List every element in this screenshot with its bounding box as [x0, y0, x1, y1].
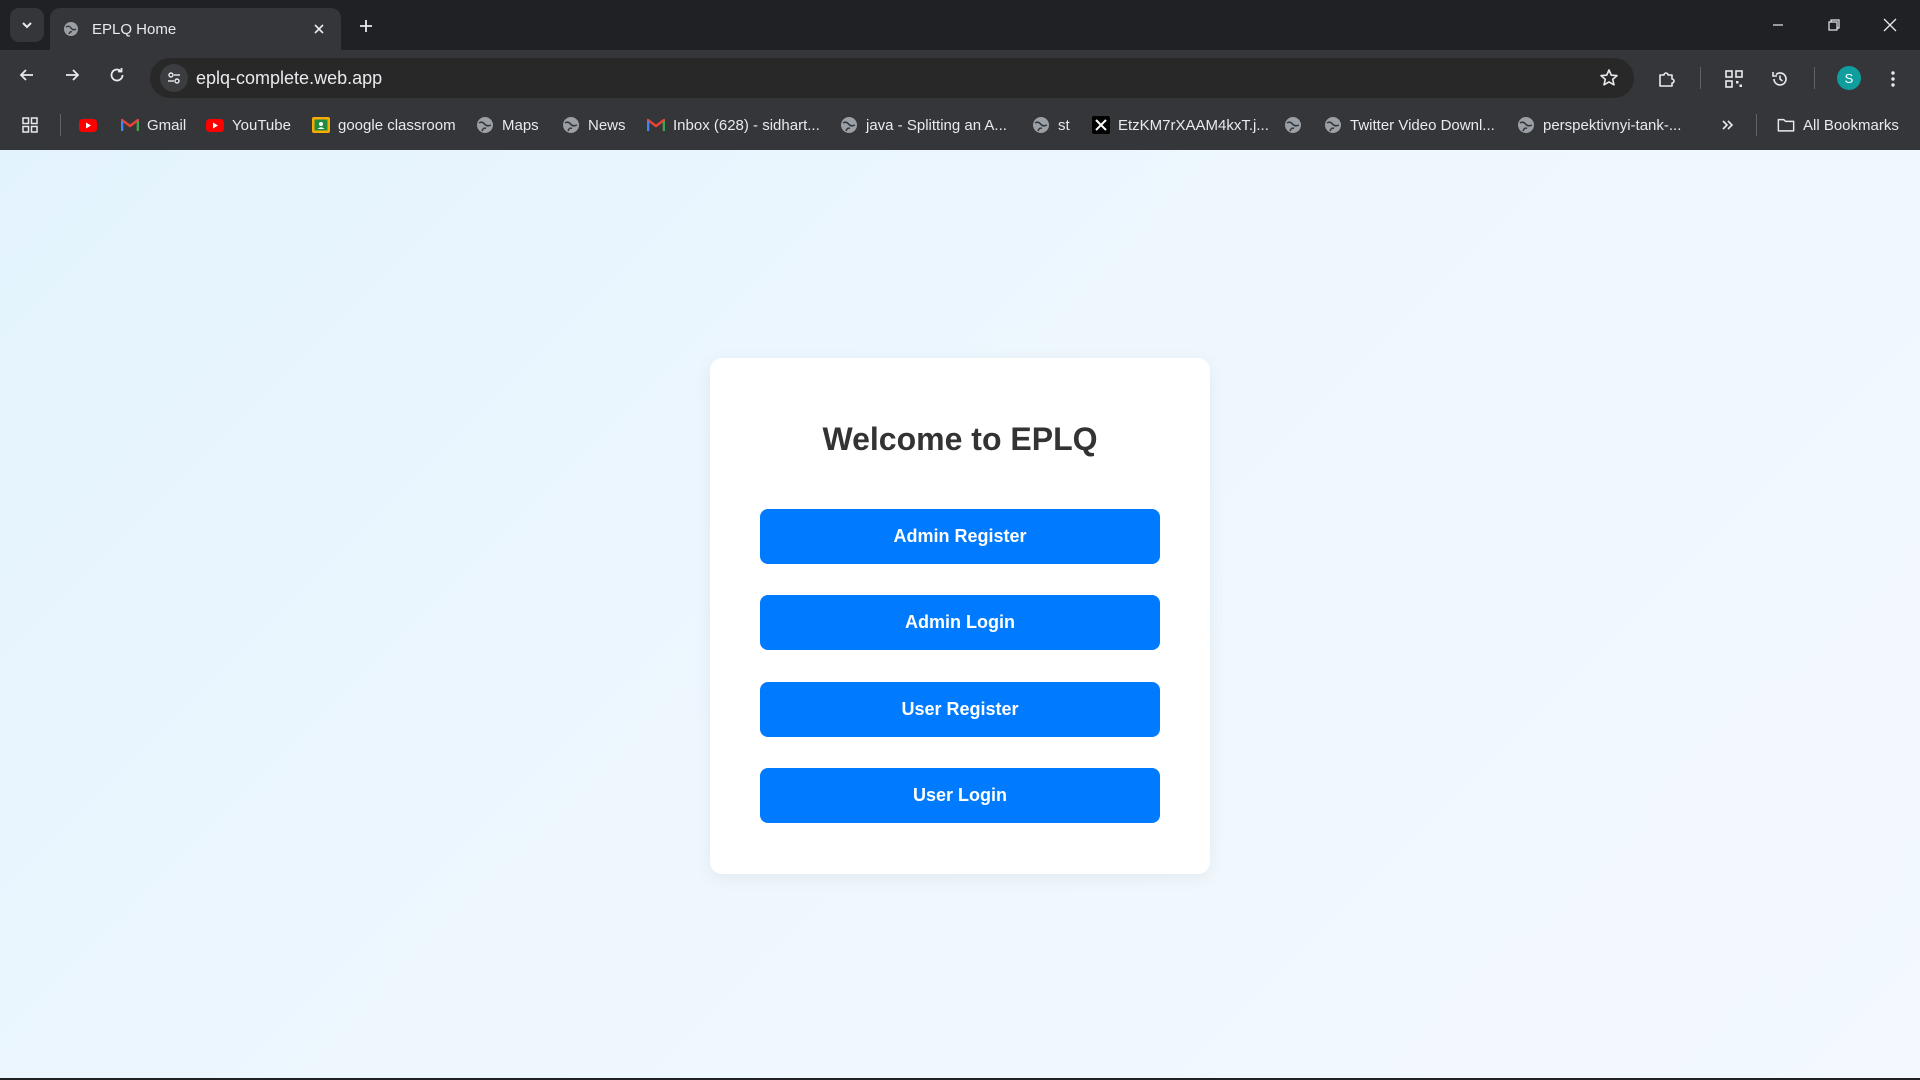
bookmark-youtube-icon-only[interactable] [79, 113, 105, 137]
bookmark-java-splitting[interactable]: java - Splitting an A... [840, 113, 1007, 137]
toolbar-divider [1814, 67, 1815, 89]
more-bookmarks-button[interactable] [1719, 113, 1737, 137]
page-title: Welcome to EPLQ [822, 421, 1098, 457]
address-bar[interactable]: eplq-complete.web.app [150, 58, 1634, 98]
extensions-button[interactable] [1651, 63, 1683, 95]
bookmark-globe-icon-only[interactable] [1284, 113, 1310, 137]
tab-search-button[interactable] [10, 8, 44, 42]
restore-icon [1828, 19, 1840, 31]
url-text: eplq-complete.web.app [196, 68, 383, 88]
bookmark-inbox[interactable]: Inbox (628) - sidhart... [647, 113, 820, 137]
bookmark-st[interactable]: st [1032, 113, 1070, 137]
history-icon [1772, 72, 1787, 86]
reload-button[interactable] [101, 59, 133, 91]
close-window-button[interactable] [1862, 0, 1918, 50]
classroom-icon [312, 116, 330, 134]
globe-icon [1284, 116, 1302, 134]
admin-login-button[interactable]: Admin Login [760, 595, 1160, 650]
user-register-button[interactable]: User Register [760, 682, 1160, 737]
globe-icon [1517, 116, 1535, 134]
site-info-icon[interactable] [160, 64, 188, 92]
bookmark-news[interactable]: News [562, 113, 626, 137]
restore-button[interactable] [1806, 0, 1862, 50]
globe-icon [62, 20, 80, 38]
menu-button[interactable] [1877, 63, 1909, 95]
x-icon [1092, 116, 1110, 134]
chevron-down-icon [22, 22, 32, 29]
welcome-card: Welcome to EPLQ Admin Register Admin Log… [710, 358, 1210, 874]
browser-titlebar: EPLQ Home [0, 0, 1920, 50]
bookmark-star-icon[interactable] [1596, 65, 1622, 91]
bookmark-google-classroom[interactable]: google classroom [312, 113, 456, 137]
gmail-icon [121, 116, 139, 134]
more-vertical-icon [1891, 71, 1895, 87]
user-login-button[interactable]: User Login [760, 768, 1160, 823]
gmail-icon [647, 116, 665, 134]
puzzle-icon [1659, 72, 1675, 87]
minimize-icon [1773, 24, 1783, 26]
globe-icon [1324, 116, 1342, 134]
arrow-right-icon [66, 69, 80, 81]
bookmark-youtube[interactable]: YouTube [206, 113, 291, 137]
globe-icon [562, 116, 580, 134]
globe-icon [840, 116, 858, 134]
back-button[interactable] [11, 59, 43, 91]
youtube-icon [79, 116, 97, 134]
tab-eplq-home[interactable]: EPLQ Home [50, 8, 341, 50]
all-bookmarks-button[interactable]: All Bookmarks [1777, 113, 1899, 137]
bookmark-twitter-video[interactable]: Twitter Video Downl... [1324, 113, 1495, 137]
history-button[interactable] [1764, 63, 1796, 95]
bookmark-perspektivnyi[interactable]: perspektivnyi-tank-... [1517, 113, 1681, 137]
page-viewport: Welcome to EPLQ Admin Register Admin Log… [0, 150, 1920, 1078]
plus-icon [360, 20, 372, 32]
close-tab-icon[interactable] [309, 19, 329, 39]
globe-icon [476, 116, 494, 134]
bookmark-gmail[interactable]: Gmail [121, 113, 186, 137]
reload-icon [110, 68, 124, 82]
new-tab-button[interactable] [352, 12, 380, 40]
forward-button[interactable] [56, 59, 88, 91]
folder-icon [1777, 116, 1795, 134]
bookmarks-bar: Gmail YouTube google classroom Maps News… [0, 100, 1920, 150]
tab-title: EPLQ Home [92, 20, 177, 38]
minimize-button[interactable] [1750, 0, 1806, 50]
globe-icon [1032, 116, 1050, 134]
double-chevron-right-icon [1719, 116, 1737, 134]
apps-button[interactable] [21, 113, 39, 137]
bookmarks-divider [60, 114, 61, 136]
bookmarks-divider [1756, 114, 1757, 136]
qr-code-button[interactable] [1718, 63, 1750, 95]
bookmark-maps[interactable]: Maps [476, 113, 539, 137]
bookmark-x-image[interactable]: EtzKM7rXAAM4kxT.j... [1092, 113, 1269, 137]
profile-avatar[interactable]: S [1837, 66, 1861, 90]
qr-code-icon [1725, 70, 1743, 88]
close-icon [1883, 18, 1897, 32]
youtube-icon [206, 116, 224, 134]
apps-grid-icon [21, 116, 39, 134]
admin-register-button[interactable]: Admin Register [760, 509, 1160, 564]
toolbar-divider [1700, 67, 1701, 89]
arrow-left-icon [19, 69, 33, 81]
